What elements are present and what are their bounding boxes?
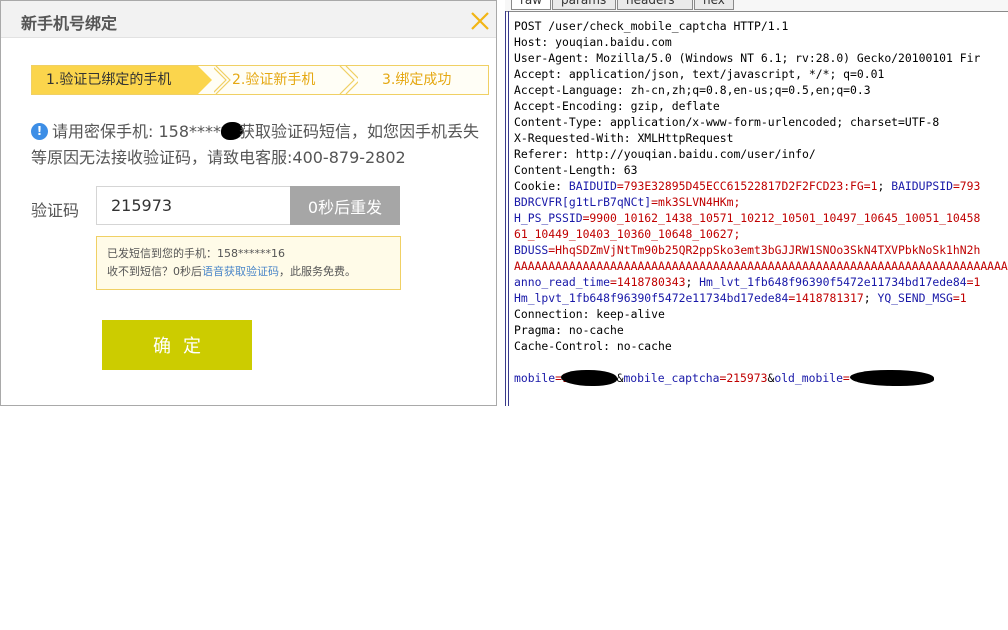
- cookie-name: Hm_lvt_1fb648f96390f5472e11734bd17ede84: [699, 275, 967, 289]
- cookie-value-continued: AAAAAAAAAAAAAAAAAAAAAAAAAAAAAAAAAAAAAAAA…: [514, 259, 1008, 273]
- cookie-name: BDUSS: [514, 243, 549, 257]
- chevron-right-icon: [339, 66, 358, 94]
- raw-request-text[interactable]: POST /user/check_mobile_captcha HTTP/1.1…: [514, 18, 1008, 386]
- tab-bar: raw params headers hex: [505, 0, 1008, 12]
- body-param-value: =: [842, 371, 850, 385]
- header-content-type: Content-Type: application/x-www-form-url…: [514, 115, 940, 129]
- cookie-name: BDRCVFR[g1tLrB7qNCt]: [514, 195, 652, 209]
- body-param-name: mobile_captcha: [623, 371, 720, 385]
- notice-line-voice: 收不到短信？0秒后语音获取验证码，此服务免费。: [107, 263, 390, 281]
- step-verify-new-phone: 2.验证新手机: [232, 72, 316, 88]
- notice-text-end: ，此服务免费。: [279, 265, 356, 278]
- cookie-value: =1: [966, 275, 981, 289]
- notice-line-sent: 已发短信到您的手机：158******16: [107, 247, 285, 260]
- voice-code-link[interactable]: 语音获取验证码: [202, 265, 279, 278]
- panel-border-left: [505, 11, 506, 406]
- cookie-value: =HhqSDZmVjNtTm90b25QR2ppSko3emt3bGJJRW1S…: [548, 243, 981, 257]
- cookie-value: =1418781317: [788, 291, 864, 305]
- verification-code-input[interactable]: [96, 186, 291, 225]
- header-host: Host: youqian.baidu.com: [514, 35, 672, 49]
- sms-notice: 已发短信到您的手机：158******16 收不到短信？0秒后语音获取验证码，此…: [96, 236, 401, 290]
- chevron-right-icon: [214, 66, 231, 94]
- info-message: ! 请用密保手机: 158****** 获取验证码短信，如您因手机丢失等原因无法接收…: [31, 119, 493, 171]
- redaction-mark: [849, 370, 934, 386]
- notice-text: 收不到短信？0秒后: [107, 265, 202, 278]
- tab-headers[interactable]: headers: [617, 0, 693, 10]
- info-text-prefix: 请用密保手机: 158******: [52, 122, 238, 141]
- header-connection: Connection: keep-alive: [514, 307, 665, 321]
- step-verify-old-phone: 1.验证已绑定的手机: [32, 66, 198, 94]
- cookie-name: Hm_lpvt_1fb648f96390f5472e11734bd17ede84: [514, 291, 789, 305]
- cookie-value: =793E32895D45ECC61522817D2F2FCD23:FG=1: [616, 179, 878, 193]
- header-user-agent: User-Agent: Mozilla/5.0 (Windows NT 6.1;…: [514, 51, 981, 65]
- cookie-value: =mk3SLVN4HKm;: [651, 195, 741, 209]
- header-accept-language: Accept-Language: zh-cn,zh;q=0.8,en-us;q=…: [514, 83, 871, 97]
- dialog-title: 新手机号绑定: [21, 14, 118, 33]
- step-arrow: [198, 66, 212, 94]
- resend-button[interactable]: 0秒后重发: [290, 186, 400, 225]
- bind-phone-dialog: 新手机号绑定 1.验证已绑定的手机 2.验证新手机 3.绑定成功 ! 请用密保手机…: [0, 0, 497, 406]
- header-pragma: Pragma: no-cache: [514, 323, 624, 337]
- cookie-value-continued: 61_10449_10403_10360_10648_10627;: [514, 227, 741, 241]
- header-content-length: Content-Length: 63: [514, 163, 638, 177]
- cookie-name: anno_read_time: [514, 275, 611, 289]
- cookie-separator: ;: [685, 275, 700, 289]
- code-label: 验证码: [31, 201, 80, 220]
- header-x-requested-with: X-Requested-With: XMLHttpRequest: [514, 131, 734, 145]
- tab-params[interactable]: params: [552, 0, 616, 10]
- info-icon: !: [31, 123, 48, 140]
- header-referer: Referer: http://youqian.baidu.com/user/i…: [514, 147, 816, 161]
- close-icon[interactable]: [471, 12, 489, 30]
- panel-border-left-inner: [508, 11, 509, 406]
- header-cache-control: Cache-Control: no-cache: [514, 339, 672, 353]
- cookie-name: BAIDUPSID: [891, 179, 953, 193]
- header-accept-encoding: Accept-Encoding: gzip, deflate: [514, 99, 720, 113]
- step-bind-success: 3.绑定成功: [382, 72, 452, 88]
- cookie-value: =1: [952, 291, 967, 305]
- cookie-name: BAIDUID: [568, 179, 617, 193]
- body-param-name: old_mobile: [774, 371, 843, 385]
- cookie-separator: ;: [877, 179, 892, 193]
- body-param-value: =215973: [719, 371, 768, 385]
- cookie-separator: ;: [863, 291, 878, 305]
- cookie-value: =1418780343: [610, 275, 686, 289]
- step-progress: 1.验证已绑定的手机 2.验证新手机 3.绑定成功: [31, 65, 489, 95]
- body-param-name: mobile: [514, 371, 556, 385]
- dialog-header: 新手机号绑定: [1, 1, 496, 38]
- request-inspector: raw params headers hex POST /user/check_…: [505, 0, 1008, 406]
- cookie-name: H_PS_PSSID: [514, 211, 583, 225]
- confirm-button[interactable]: 确定: [102, 320, 252, 370]
- cookie-name: YQ_SEND_MSG: [877, 291, 953, 305]
- cookie-value: =9900_10162_1438_10571_10212_10501_10497…: [582, 211, 981, 225]
- header-accept: Accept: application/json, text/javascrip…: [514, 67, 885, 81]
- header-cookie-label: Cookie:: [514, 179, 569, 193]
- tab-hex[interactable]: hex: [694, 0, 734, 10]
- tab-raw[interactable]: raw: [511, 0, 551, 10]
- cookie-value: =793: [952, 179, 981, 193]
- request-line: POST /user/check_mobile_captcha HTTP/1.1: [514, 19, 789, 33]
